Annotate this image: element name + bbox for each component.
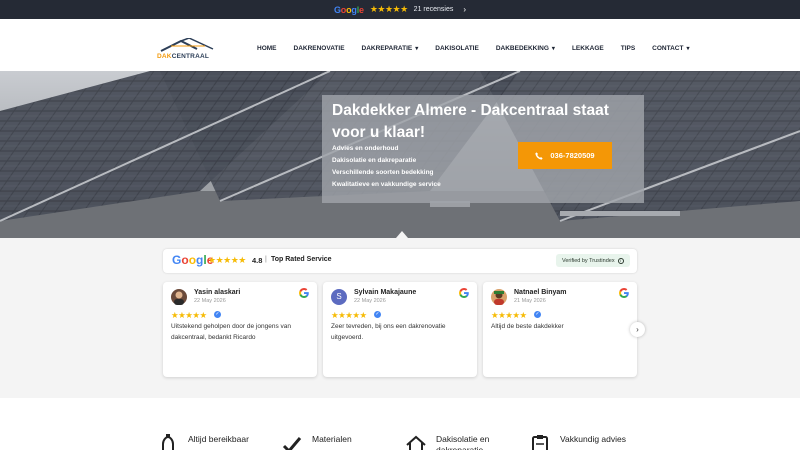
review-card: S Sylvain Makajaune 22 May 2026 ★★★★★ ✓ …: [323, 282, 477, 377]
clipboard-icon: [532, 435, 548, 450]
feature-label: Vakkundig advies: [560, 434, 626, 444]
nav-dakisolatie[interactable]: DAKISOLATIE: [435, 45, 479, 52]
hero-notch: [396, 231, 408, 238]
nav-dakreparatie[interactable]: DAKREPARATIE ▾: [362, 45, 419, 52]
roof-logo-icon: [160, 38, 214, 52]
reviews-section: Google ★★★★★ 4.8 | Top Rated Service Ver…: [0, 238, 800, 398]
hero-benefit: Dakisolatie en dakreparatie: [332, 157, 417, 164]
hero-benefit: Verschillende soorten bedekking: [332, 169, 434, 176]
hero-title: Dakdekker Almere - Dakcentraal staat voo…: [332, 102, 609, 141]
hero-benefit: Kwalitatieve en vakkundige service: [332, 181, 441, 188]
logo-text: DAKCENTRAAL: [157, 53, 210, 60]
house-roof-icon: [406, 435, 426, 450]
topbar-stars: ★★★★★: [369, 4, 408, 14]
nav-tips[interactable]: TIPS: [621, 45, 635, 52]
feature-label: Altijd bereikbaar: [188, 434, 249, 444]
site-logo[interactable]: DAKCENTRAAL: [157, 38, 215, 62]
review-text: Altijd de beste dakdekker: [491, 323, 564, 330]
verified-text: Verified by Trustindex: [562, 257, 615, 264]
nav-lekkage[interactable]: LEKKAGE: [572, 45, 604, 52]
hero-benefit: Advies en onderhoud: [332, 145, 399, 152]
phone-number: 036-7820509: [550, 151, 595, 160]
review-date: 21 May 2026: [514, 298, 546, 304]
avatar: S: [331, 289, 347, 305]
feature-item: Altijd bereikbaar: [158, 434, 278, 450]
chevron-down-icon: ▾: [551, 46, 555, 52]
chevron-down-icon: ▾: [686, 46, 690, 52]
rating-stars: ★★★★★: [208, 255, 246, 265]
reviewer-name: Yasin alaskari: [194, 289, 241, 296]
phone-hand-icon: [162, 434, 174, 450]
chevron-down-icon: ▾: [415, 46, 419, 52]
review-stars: ★★★★★: [171, 310, 207, 320]
nav-dakbedekking[interactable]: DAKBEDEKKING ▾: [496, 45, 555, 52]
nav-contact[interactable]: CONTACT ▾: [652, 45, 689, 52]
review-text: Zeer tevreden, bij ons een dakrenovatie …: [331, 323, 446, 341]
verified-check-icon: ✓: [214, 311, 221, 318]
review-stars: ★★★★★: [331, 310, 367, 320]
feature-item: Materialen: [282, 434, 402, 450]
google-logo: Google: [333, 4, 364, 15]
hero-section: Dakdekker Almere - Dakcentraal staat voo…: [0, 71, 800, 238]
google-g-icon: [299, 288, 309, 298]
rating-score: 4.8: [252, 256, 263, 265]
carousel-next-button[interactable]: ›: [630, 322, 645, 337]
feature-label: Materialen: [312, 434, 352, 444]
call-button[interactable]: 036-7820509: [518, 142, 612, 169]
review-date: 22 May 2026: [354, 298, 386, 304]
reviewer-name: Natnael Binyam: [514, 289, 567, 296]
info-icon: i: [617, 257, 624, 264]
review-card: Natnael Binyam 21 May 2026 ★★★★★ ✓ Altij…: [483, 282, 637, 377]
chevron-right-icon[interactable]: ›: [463, 5, 466, 14]
review-date: 22 May 2026: [194, 298, 226, 304]
rating-label: Top Rated Service: [271, 256, 332, 263]
main-nav: HOME DAKRENOVATIE DAKREPARATIE ▾ DAKISOLA…: [257, 45, 689, 52]
feature-item: Dakisolatie en dakreparatie: [406, 434, 526, 450]
rating-separator: |: [265, 256, 267, 263]
verified-badge[interactable]: Verified by Trustindex i: [556, 254, 630, 267]
review-stars: ★★★★★: [491, 310, 527, 320]
review-card: Yasin alaskari 22 May 2026 ★★★★★ ✓ Uitst…: [163, 282, 317, 377]
google-g-icon: [619, 288, 629, 298]
hero-benefits-list: Advies en onderhoud Dakisolatie en dakre…: [332, 143, 441, 191]
avatar: [171, 289, 187, 305]
checkmark-icon: [282, 437, 302, 450]
hero-card: Dakdekker Almere - Dakcentraal staat voo…: [322, 95, 644, 203]
reviewer-name: Sylvain Makajaune: [354, 289, 417, 296]
topbar-reviews-count[interactable]: 21 recensies: [414, 6, 454, 13]
review-text: Uitstekend geholpen door de jongens van …: [171, 323, 291, 341]
nav-home[interactable]: HOME: [257, 45, 277, 52]
avatar: [491, 289, 507, 305]
verified-check-icon: ✓: [534, 311, 541, 318]
nav-dakrenovatie[interactable]: DAKRENOVATIE: [294, 45, 345, 52]
verified-check-icon: ✓: [374, 311, 381, 318]
feature-label: Dakisolatie en dakreparatie: [436, 434, 490, 450]
google-g-icon: [459, 288, 469, 298]
features-section: Altijd bereikbaar Materialen Dakisolatie…: [0, 398, 800, 450]
feature-item: Vakkundig advies: [530, 434, 650, 450]
rating-bar: Google ★★★★★ 4.8 | Top Rated Service Ver…: [163, 249, 637, 273]
phone-icon: [535, 151, 543, 160]
google-reviews-topbar[interactable]: Google ★★★★★ 21 recensies ›: [0, 0, 800, 19]
